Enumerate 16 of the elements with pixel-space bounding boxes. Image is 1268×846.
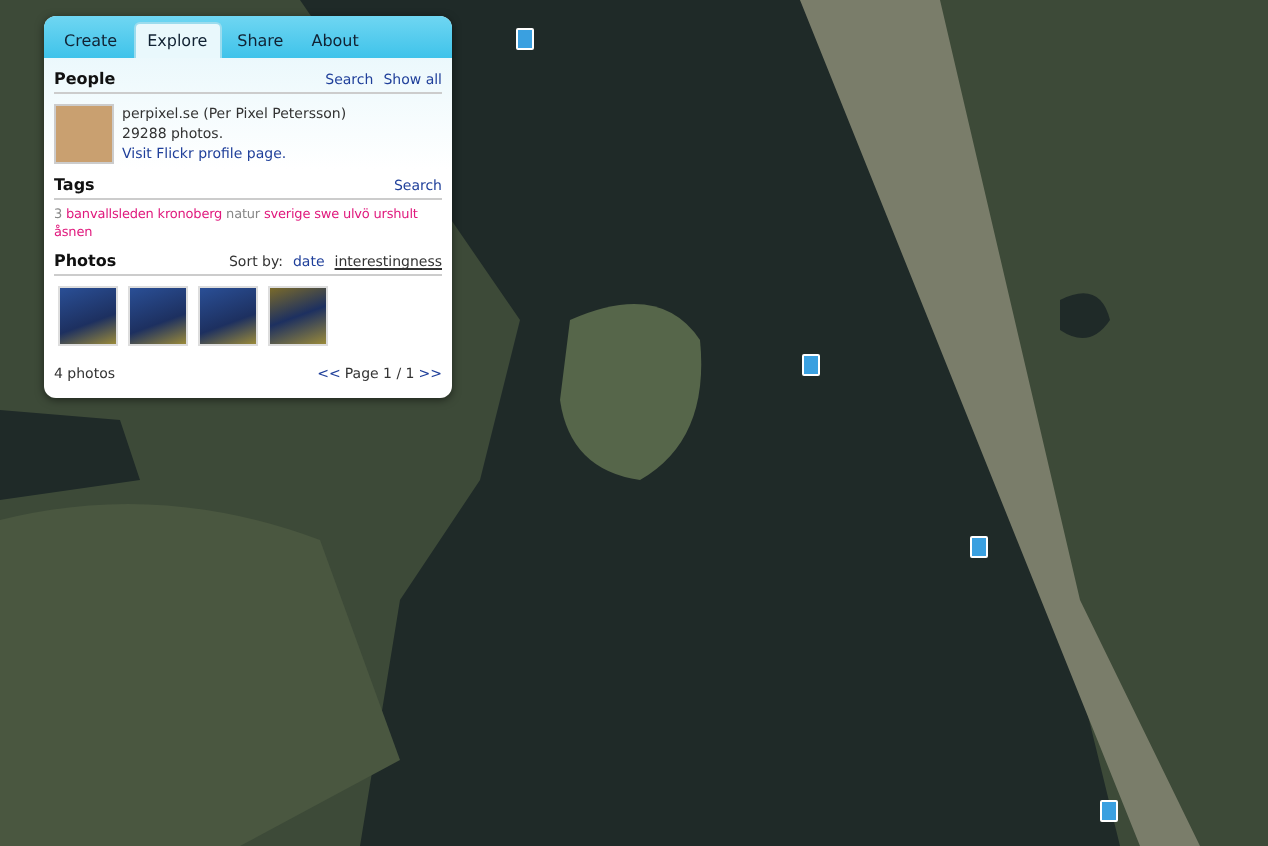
map-pin-icon[interactable]: [970, 536, 988, 558]
photo-thumbnail[interactable]: [268, 286, 328, 346]
tab[interactable]: Create: [52, 22, 130, 58]
photo-thumbnail[interactable]: [198, 286, 258, 346]
photo-thumbnail[interactable]: [128, 286, 188, 346]
map-pin-icon[interactable]: [1100, 800, 1118, 822]
section-title: People: [54, 70, 116, 88]
section-title: Tags: [54, 176, 95, 194]
tab[interactable]: About: [299, 22, 371, 58]
photo-thumbnail[interactable]: [58, 286, 118, 346]
map-pin-icon[interactable]: [802, 354, 820, 376]
tab[interactable]: Explore: [133, 22, 222, 58]
tab[interactable]: Share: [225, 22, 296, 58]
map-pin-icon[interactable]: [516, 28, 534, 50]
avatar-placeholder: [54, 104, 114, 164]
section-title: Photos: [54, 252, 117, 270]
